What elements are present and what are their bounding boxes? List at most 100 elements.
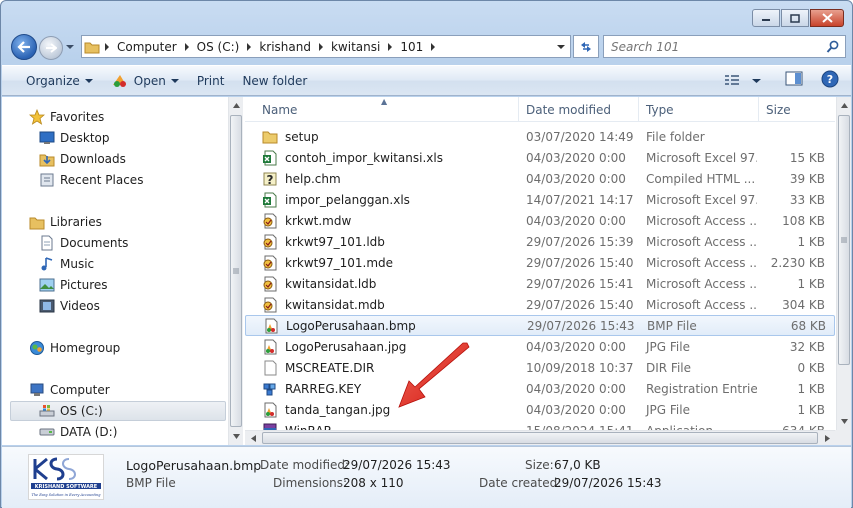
file-type: Microsoft Excel 97... (646, 150, 757, 165)
nav-recent-places[interactable]: Recent Places (38, 170, 143, 190)
file-row[interactable]: contoh_impor_kwitansi.xls 04/03/2020 0:00… (245, 147, 835, 168)
nav-data-d[interactable]: DATA (D:) (38, 422, 117, 442)
nav-downloads[interactable]: Downloads (38, 149, 126, 169)
file-row[interactable]: setup 03/07/2020 14:49 File folder (245, 126, 835, 147)
file-row[interactable]: kwitansidat.ldb 29/07/2026 15:41 Microsoft… (245, 273, 835, 294)
file-type: Microsoft Excel 97... (646, 192, 757, 207)
scroll-up-icon[interactable] (229, 97, 243, 113)
file-list-scroll-thumb[interactable] (838, 115, 850, 365)
preview-pane-button[interactable] (785, 71, 803, 90)
file-row[interactable]: tanda_tangan.jpg 04/03/2020 0:00 JPG File 1… (245, 399, 835, 420)
minimize-button[interactable] (752, 9, 780, 27)
open-button[interactable]: Open (102, 66, 188, 95)
file-row[interactable]: impor_pelanggan.xls 14/07/2021 14:17 Micro… (245, 189, 835, 210)
recent-places-icon (38, 172, 56, 188)
search-input[interactable] (604, 39, 814, 54)
column-date-modified[interactable]: Date modified (519, 97, 639, 122)
file-row[interactable]: kwitansidat.mdb 29/07/2026 15:40 Microsoft… (245, 294, 835, 315)
nav-os-c[interactable]: OS (C:) (10, 401, 226, 421)
breadcrumb-separator-icon[interactable] (244, 36, 254, 57)
scroll-down-icon[interactable] (229, 428, 243, 444)
file-date-modified: 29/07/2026 15:43 (527, 318, 635, 333)
column-size[interactable]: Size (759, 97, 829, 122)
help-button[interactable]: ? (821, 70, 839, 91)
file-row[interactable]: LogoPerusahaan.jpg 04/03/2020 0:00 JPG Fil… (245, 336, 835, 357)
breadcrumb-computer[interactable]: Computer (112, 36, 182, 57)
file-row[interactable]: MSCREATE.DIR 10/09/2018 10:37 DIR File 0 KB (245, 357, 835, 378)
back-button[interactable] (11, 34, 37, 60)
nav-pictures[interactable]: Pictures (38, 275, 108, 295)
nav-libraries[interactable]: Libraries (28, 212, 102, 232)
file-row[interactable]: LogoPerusahaan.bmp 29/07/2026 15:43 BMP Fi… (245, 315, 835, 336)
file-date-modified: 29/07/2026 15:40 (526, 255, 634, 270)
scroll-right-icon[interactable] (819, 431, 835, 445)
breadcrumb-separator-icon[interactable] (182, 36, 192, 57)
print-button[interactable]: Print (188, 66, 234, 95)
scroll-up-icon[interactable] (837, 97, 851, 113)
change-view-button[interactable] (724, 74, 761, 88)
nav-documents[interactable]: Documents (38, 233, 128, 253)
maximize-button[interactable] (781, 9, 809, 27)
file-size: 304 KB (782, 297, 825, 312)
close-button[interactable] (810, 9, 844, 27)
file-size: 39 KB (789, 171, 825, 186)
nav-favorites[interactable]: Favorites (28, 107, 104, 127)
horizontal-scroll-thumb[interactable] (262, 432, 818, 444)
nav-label: Recent Places (60, 173, 144, 187)
file-name: setup (285, 129, 319, 144)
breadcrumb-os-c[interactable]: OS (C:) (192, 36, 245, 57)
file-size: 1 KB (797, 381, 825, 396)
address-bar[interactable]: Computer OS (C:) krishand kwitansi 101 (81, 35, 571, 58)
breadcrumb-krishand[interactable]: krishand (254, 36, 316, 57)
file-row[interactable]: krkwt97_101.mde 29/07/2026 15:40 Microsoft… (245, 252, 835, 273)
nav-music[interactable]: Music (38, 254, 94, 274)
preview-pane-icon (785, 71, 803, 86)
horizontal-scrollbar[interactable] (245, 430, 835, 445)
search-icon[interactable] (826, 40, 840, 57)
red-arrow-annotation (398, 342, 470, 408)
recent-pages-dropdown[interactable] (65, 41, 75, 55)
refresh-button[interactable] (573, 35, 599, 58)
scroll-down-icon[interactable] (837, 413, 851, 429)
column-name[interactable]: Name ▲ (245, 97, 519, 122)
details-date-modified[interactable]: 29/07/2026 15:43 (343, 458, 451, 472)
file-size: 15 KB (789, 150, 825, 165)
organize-button[interactable]: Organize (2, 66, 102, 95)
forward-button[interactable] (39, 36, 63, 60)
breadcrumb-kwitansi[interactable]: kwitansi (326, 36, 385, 57)
file-date-modified: 04/03/2020 0:00 (526, 402, 626, 417)
file-list-scrollbar[interactable] (836, 97, 851, 430)
breadcrumb-separator-icon[interactable] (316, 36, 326, 57)
file-row[interactable]: ? help.chm 04/03/2020 0:00 Compiled HTML ..… (245, 168, 835, 189)
chevron-down-icon (84, 78, 93, 83)
nav-homegroup[interactable]: Homegroup (28, 338, 120, 358)
address-history-dropdown[interactable] (552, 36, 570, 57)
nav-scroll-thumb[interactable] (230, 115, 242, 427)
nav-scrollbar[interactable] (228, 97, 243, 445)
search-box[interactable] (603, 35, 846, 58)
grip-icon (841, 237, 847, 243)
nav-computer[interactable]: Computer (28, 380, 110, 400)
scroll-left-icon[interactable] (245, 431, 261, 445)
column-type[interactable]: Type (639, 97, 759, 122)
new-folder-button[interactable]: New folder (233, 66, 316, 95)
file-name: LogoPerusahaan.bmp (286, 318, 416, 333)
breadcrumb-separator-icon[interactable] (102, 36, 112, 57)
breadcrumb-separator-icon[interactable] (385, 36, 395, 57)
file-date-modified: 04/03/2020 0:00 (526, 171, 626, 186)
details-filename: LogoPerusahaan.bmp (126, 458, 262, 473)
file-rows: setup 03/07/2020 14:49 File folder contoh_i… (245, 126, 835, 433)
file-row[interactable]: RARREG.KEY 04/03/2020 0:00 Registration En… (245, 378, 835, 399)
details-date-created[interactable]: 29/07/2026 15:43 (554, 476, 662, 490)
file-name: impor_pelanggan.xls (285, 192, 410, 207)
organize-label: Organize (26, 73, 80, 88)
nav-videos[interactable]: Videos (38, 296, 100, 316)
file-name: contoh_impor_kwitansi.xls (285, 150, 443, 165)
file-row[interactable]: krkwt.mdw 04/03/2020 0:00 Microsoft Access… (245, 210, 835, 231)
nav-desktop[interactable]: Desktop (38, 128, 110, 148)
breadcrumb-101[interactable]: 101 (395, 36, 428, 57)
file-row[interactable]: krkwt97_101.ldb 29/07/2026 15:39 Microsoft… (245, 231, 835, 252)
breadcrumb-separator-icon[interactable] (428, 36, 438, 57)
file-date-modified: 04/03/2020 0:00 (526, 213, 626, 228)
file-size: 33 KB (789, 192, 825, 207)
